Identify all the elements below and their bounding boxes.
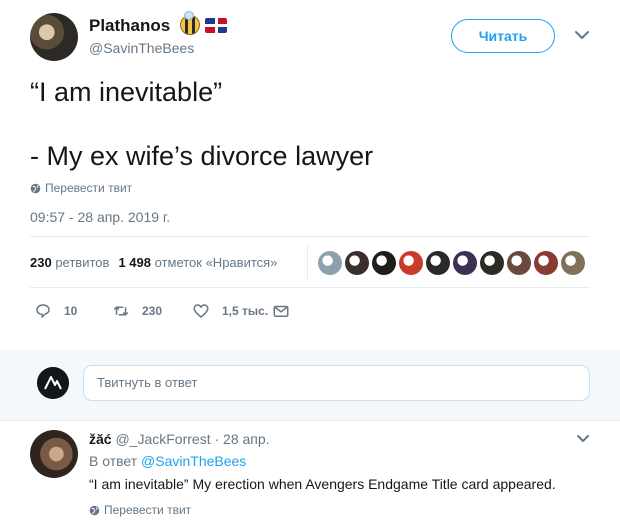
divider	[30, 236, 590, 237]
liker-avatar[interactable]	[372, 251, 396, 275]
heart-icon[interactable]	[192, 302, 210, 320]
user-avatar	[37, 367, 69, 399]
globe-icon	[89, 505, 100, 515]
liker-avatar[interactable]	[399, 251, 423, 275]
main-tweet: Plathanos @SavinTheBees Читать “I am ine…	[0, 0, 620, 350]
direct-message-action[interactable]	[272, 302, 290, 320]
reply-input[interactable]: Твитнуть в ответ	[83, 365, 590, 401]
liker-avatars	[318, 251, 585, 275]
author-avatar[interactable]	[30, 13, 78, 61]
envelope-icon[interactable]	[272, 302, 290, 320]
retweet-count: 230	[142, 304, 163, 318]
replying-to: В ответ @SavinTheBees	[89, 453, 246, 469]
likes-label[interactable]: отметок «Нравится»	[155, 255, 278, 270]
tweet-text-line1: “I am inevitable”	[30, 77, 223, 107]
reply-count: 10	[64, 304, 78, 318]
liker-avatar[interactable]	[561, 251, 585, 275]
bee-icon	[180, 11, 200, 35]
retweets-count[interactable]: 230	[30, 255, 52, 270]
reply-author-name[interactable]: žăć	[89, 431, 112, 447]
divider	[30, 287, 590, 288]
reply-translate-label: Перевести твит	[104, 503, 192, 517]
tweet-stats: 230 ретвитов 1 498 отметок «Нравится»	[30, 255, 277, 270]
like-action[interactable]: 1,5 тыс.	[192, 302, 268, 320]
liker-avatar[interactable]	[534, 251, 558, 275]
follow-button[interactable]: Читать	[451, 19, 555, 53]
liker-avatar[interactable]	[507, 251, 531, 275]
reply-author-handle[interactable]: @_JackForrest	[115, 431, 210, 447]
liker-avatar[interactable]	[453, 251, 477, 275]
like-count: 1,5 тыс.	[222, 304, 269, 318]
liker-avatar[interactable]	[480, 251, 504, 275]
stats-divider	[307, 245, 308, 281]
reply-translate-link[interactable]: Перевести твит	[89, 503, 191, 517]
chevron-down-icon[interactable]	[573, 28, 591, 42]
translate-label: Перевести твит	[45, 181, 133, 195]
reply-to-prefix: В ответ	[89, 453, 138, 469]
reply-date[interactable]: · 28 апр.	[214, 431, 269, 447]
retweets-label[interactable]: ретвитов	[55, 255, 109, 270]
liker-avatar[interactable]	[426, 251, 450, 275]
chevron-down-icon[interactable]	[575, 433, 591, 445]
globe-icon	[30, 183, 41, 193]
tweet-text-line2: - My ex wife’s divorce lawyer	[30, 141, 374, 171]
reply-action[interactable]: 10	[34, 302, 77, 320]
author-handle[interactable]: @SavinTheBees	[89, 40, 194, 56]
liker-avatar[interactable]	[345, 251, 369, 275]
liker-avatar[interactable]	[318, 251, 342, 275]
translate-tweet-link[interactable]: Перевести твит	[30, 181, 132, 195]
reply-to-mention[interactable]: @SavinTheBees	[141, 453, 246, 469]
reply-header: žăć @_JackForrest · 28 апр.	[89, 431, 270, 447]
author-name[interactable]: Plathanos	[89, 16, 170, 36]
likes-count[interactable]: 1 498	[118, 255, 151, 270]
reply-text: “I am inevitable” My erection when Aveng…	[89, 476, 556, 492]
reply-icon[interactable]	[34, 302, 52, 320]
retweet-action[interactable]: 230	[112, 302, 162, 320]
dominican-flag-icon	[205, 18, 227, 33]
reply-author-avatar[interactable]	[30, 430, 78, 478]
retweet-icon[interactable]	[112, 302, 130, 320]
tweet-timestamp[interactable]: 09:57 - 28 апр. 2019 г.	[30, 209, 170, 225]
